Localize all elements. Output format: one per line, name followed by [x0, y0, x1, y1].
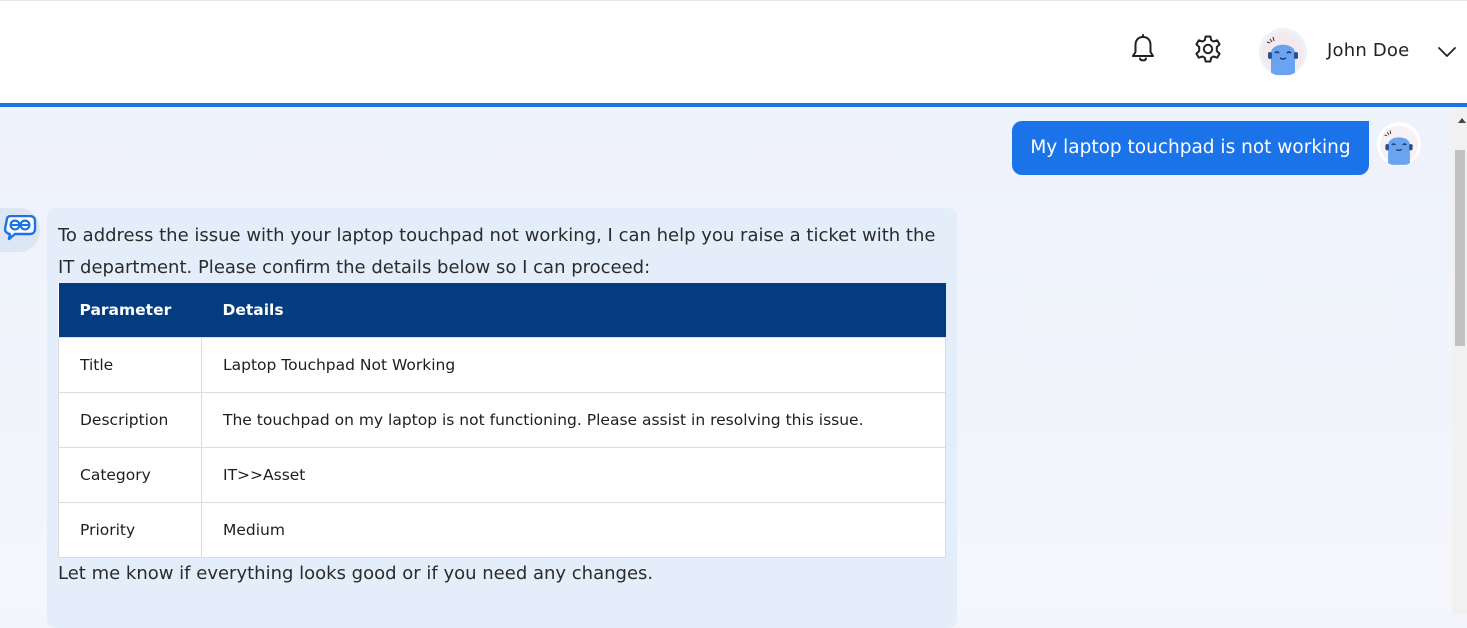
user-message-avatar: [1377, 122, 1421, 166]
table-cell-details: Medium: [201, 502, 946, 558]
table-header-parameter: Parameter: [58, 283, 202, 338]
ticket-details-table: Parameter Details Title Laptop Touchpad …: [58, 283, 946, 558]
gear-icon: [1193, 34, 1223, 68]
bot-message-intro: To address the issue with your laptop to…: [58, 225, 936, 278]
table-cell-details: The touchpad on my laptop is not functio…: [201, 392, 946, 448]
table-row: Priority Medium: [58, 502, 946, 558]
user-name[interactable]: John Doe: [1327, 40, 1409, 61]
bot-avatar: [0, 208, 40, 252]
scroll-up-arrow-icon[interactable]: [1458, 118, 1466, 123]
user-menu-toggle[interactable]: [1436, 42, 1458, 62]
bell-icon: [1130, 34, 1156, 68]
chat-bot-logo-icon: [3, 214, 37, 245]
table-row: Title Laptop Touchpad Not Working: [58, 337, 946, 393]
top-header: [0, 0, 1467, 103]
table-cell-parameter: Priority: [58, 502, 202, 558]
notifications-button[interactable]: [1126, 34, 1160, 68]
table-row: Category IT>>Asset: [58, 447, 946, 503]
table-header-details: Details: [201, 283, 946, 338]
bot-message-outro: Let me know if everything looks good or …: [58, 563, 654, 584]
table-cell-parameter: Category: [58, 447, 202, 503]
user-message-bubble: My laptop touchpad is not working: [1012, 121, 1369, 175]
table-row: Description The touchpad on my laptop is…: [58, 392, 946, 448]
table-header-row: Parameter Details: [58, 283, 946, 338]
table-cell-details: IT>>Asset: [201, 447, 946, 503]
settings-button[interactable]: [1191, 34, 1225, 68]
table-cell-parameter: Title: [58, 337, 202, 393]
user-avatar[interactable]: [1259, 28, 1307, 76]
scrollbar-thumb[interactable]: [1455, 150, 1465, 346]
chevron-down-icon: [1436, 47, 1458, 66]
table-cell-parameter: Description: [58, 392, 202, 448]
table-cell-details: Laptop Touchpad Not Working: [201, 337, 946, 393]
